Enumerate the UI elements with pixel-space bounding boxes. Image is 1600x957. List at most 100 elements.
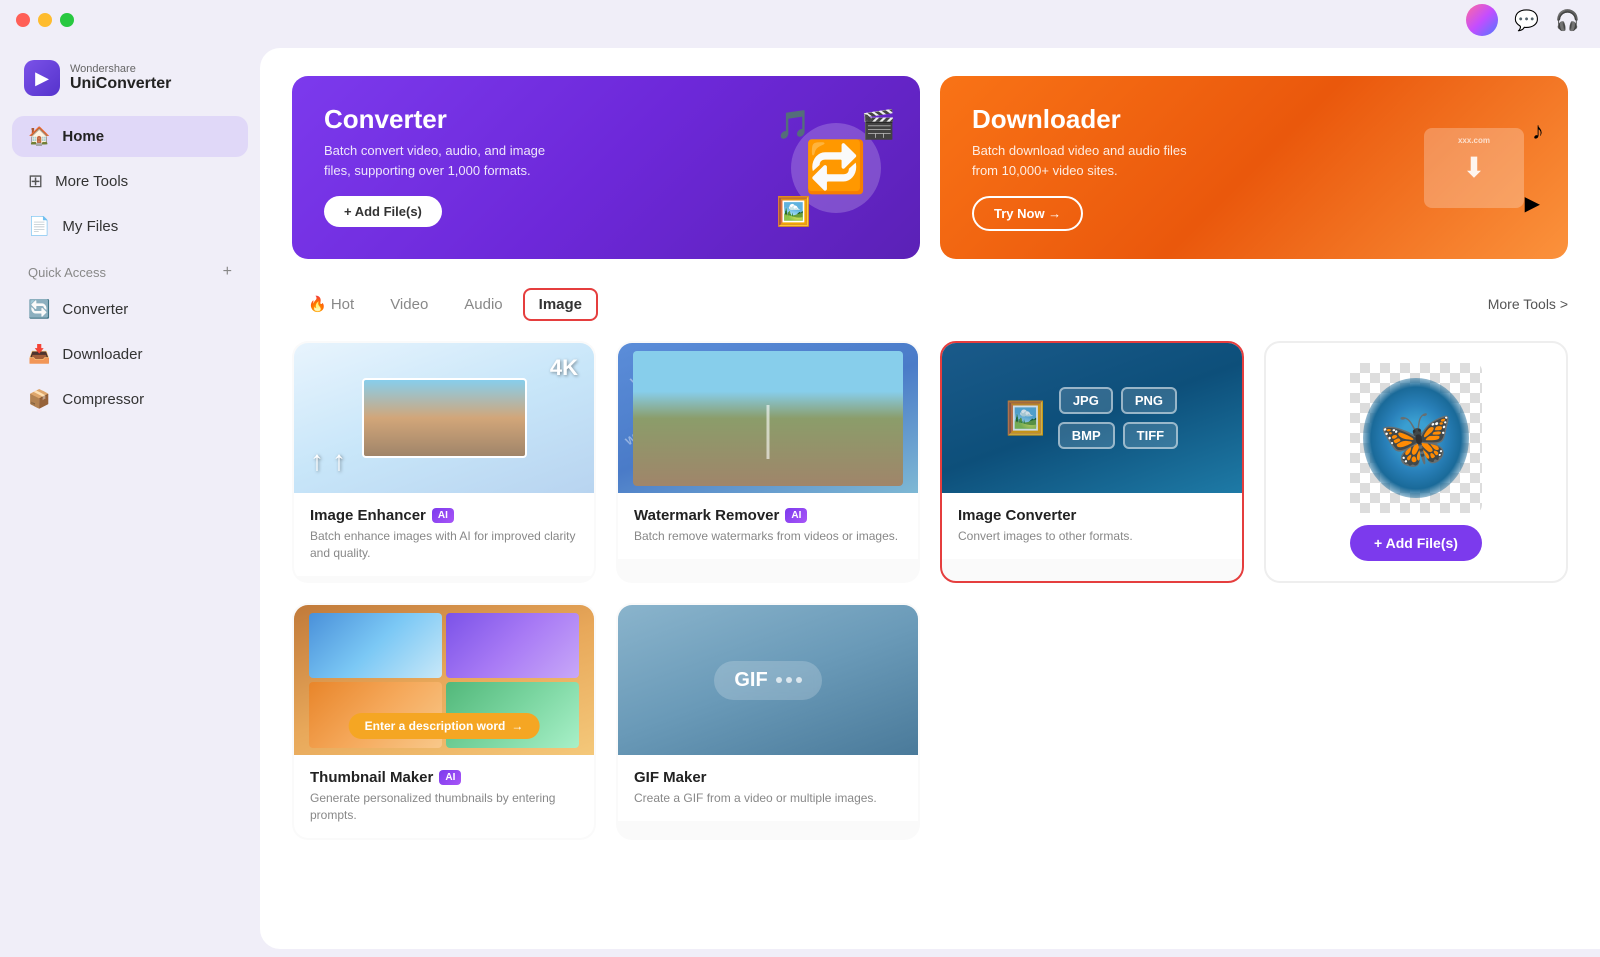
headset-icon[interactable]: 🎧: [1555, 8, 1580, 33]
image-enhancer-desc: Batch enhance images with AI for improve…: [310, 528, 578, 562]
mountain-image: [362, 378, 527, 458]
enter-description-button[interactable]: Enter a description word →: [349, 713, 540, 739]
image-enhancer-info: Image Enhancer AI Batch enhance images w…: [294, 493, 594, 576]
sidebar-item-my-files[interactable]: 📄 My Files: [12, 206, 248, 247]
tool-card-thumbnail-maker[interactable]: Enter a description word → Thumbnail Mak…: [292, 603, 596, 840]
window-controls[interactable]: [16, 13, 74, 27]
image-enhancer-thumbnail: 4K ↑ ↑: [294, 343, 594, 493]
sidebar-item-downloader-label: Downloader: [62, 346, 142, 363]
gif-maker-name: GIF Maker: [634, 769, 902, 786]
image-enhancer-name: Image Enhancer AI: [310, 507, 578, 524]
compressor-icon: 📦: [28, 389, 50, 410]
downloader-banner-desc: Batch download video and audio files fro…: [972, 141, 1212, 180]
logo-name: UniConverter: [70, 75, 171, 93]
chat-icon[interactable]: 💬: [1514, 8, 1539, 33]
maximize-button[interactable]: [60, 13, 74, 27]
sidebar-item-home[interactable]: 🏠 Home: [12, 116, 248, 157]
add-card-content: 🦋 + Add File(s): [1330, 343, 1502, 581]
bmp-badge: BMP: [1058, 422, 1115, 449]
sidebar: ▶ Wondershare UniConverter 🏠 Home ⊞ More…: [0, 40, 260, 957]
arrow-up-icon-2: ↑: [332, 445, 346, 477]
sidebar-item-more-tools-label: More Tools: [55, 173, 128, 190]
image-converter-thumbnail: 🖼️ JPG PNG BMP TIFF: [942, 343, 1242, 493]
converter-illustration: 🎵 🔁 🎬 🖼️: [776, 108, 896, 228]
minimize-button[interactable]: [38, 13, 52, 27]
app-layout: ▶ Wondershare UniConverter 🏠 Home ⊞ More…: [0, 40, 1600, 957]
converter-add-files-button[interactable]: + Add File(s): [324, 196, 442, 227]
image-converter-name: Image Converter: [958, 507, 1226, 524]
watermark-remover-desc: Batch remove watermarks from videos or i…: [634, 528, 902, 545]
tool-card-image-converter[interactable]: 🖼️ JPG PNG BMP TIFF: [940, 341, 1244, 583]
converter-thumb-icon: 🖼️: [1006, 399, 1046, 437]
tiff-badge: TIFF: [1123, 422, 1178, 449]
converter-icon: 🔄: [28, 299, 50, 320]
sidebar-item-converter[interactable]: 🔄 Converter: [12, 289, 248, 330]
close-button[interactable]: [16, 13, 30, 27]
ai-badge-thumbnail: AI: [439, 770, 461, 785]
youtube-icon: ▶: [1525, 191, 1540, 216]
road-image: [633, 351, 903, 486]
tab-audio[interactable]: Audio: [448, 288, 518, 321]
downloader-try-now-button[interactable]: Try Now →: [972, 196, 1083, 231]
tab-hot[interactable]: 🔥 Hot: [292, 287, 370, 321]
watermark-remover-thumbnail: Watermark Watermark Watermark Watermark: [618, 343, 918, 493]
logo-area: ▶ Wondershare UniConverter: [12, 52, 248, 112]
image-converter-info: Image Converter Convert images to other …: [942, 493, 1242, 559]
gif-maker-thumbnail: GIF: [618, 605, 918, 755]
more-tools-link[interactable]: More Tools >: [1488, 296, 1568, 312]
tool-card-add-files[interactable]: 🦋 + Add File(s): [1264, 341, 1568, 583]
sidebar-item-my-files-label: My Files: [62, 218, 118, 235]
main-content: Converter Batch convert video, audio, an…: [260, 48, 1600, 949]
watermark-remover-name: Watermark Remover AI: [634, 507, 902, 524]
gif-maker-desc: Create a GIF from a video or multiple im…: [634, 790, 902, 807]
logo-brand: Wondershare: [70, 63, 171, 75]
jpg-badge: JPG: [1059, 387, 1113, 414]
logo-text: Wondershare UniConverter: [70, 63, 171, 93]
titlebar: 💬 🎧: [0, 0, 1600, 40]
browser-box: xxx.com ⬇ ♪ ▶: [1424, 128, 1524, 208]
enter-description-text: Enter a description word: [365, 719, 506, 733]
thumbnail-maker-desc: Generate personalized thumbnails by ente…: [310, 790, 578, 824]
titlebar-right: 💬 🎧: [1466, 4, 1580, 36]
arrow-up-icon: ↑: [310, 445, 324, 477]
download-arrow-icon: ⬇: [1462, 151, 1485, 184]
sidebar-item-compressor-label: Compressor: [62, 391, 144, 408]
butterfly-image: 🦋: [1363, 378, 1469, 498]
sidebar-item-downloader[interactable]: 📥 Downloader: [12, 334, 248, 375]
thumbnail-maker-info: Thumbnail Maker AI Generate personalized…: [294, 755, 594, 838]
gif-maker-info: GIF Maker Create a GIF from a video or m…: [618, 755, 918, 821]
logo-icon: ▶: [24, 60, 60, 96]
sidebar-item-more-tools[interactable]: ⊞ More Tools: [12, 161, 248, 202]
downloader-icon: 📥: [28, 344, 50, 365]
tool-card-gif-maker[interactable]: GIF GIF Maker Create a GIF from: [616, 603, 920, 840]
tool-card-watermark-remover[interactable]: Watermark Watermark Watermark Watermark …: [616, 341, 920, 583]
quick-access-label: Quick Access: [28, 265, 106, 280]
watermark-remover-info: Watermark Remover AI Batch remove waterm…: [618, 493, 918, 559]
tools-grid: 4K ↑ ↑ Image Enhancer AI Batch enhanc: [292, 341, 1568, 840]
sidebar-item-converter-label: Converter: [62, 301, 128, 318]
sidebar-item-compressor[interactable]: 📦 Compressor: [12, 379, 248, 420]
tab-image[interactable]: Image: [523, 288, 598, 321]
add-files-button[interactable]: + Add File(s): [1350, 525, 1482, 561]
tool-card-image-enhancer[interactable]: 4K ↑ ↑ Image Enhancer AI Batch enhanc: [292, 341, 596, 583]
more-tools-icon: ⊞: [28, 171, 43, 192]
my-files-icon: 📄: [28, 216, 50, 237]
thumbnail-maker-thumbnail: Enter a description word →: [294, 605, 594, 755]
avatar[interactable]: [1466, 4, 1498, 36]
converter-badges: JPG PNG BMP TIFF: [1058, 387, 1178, 449]
home-icon: 🏠: [28, 126, 50, 147]
quick-access-add-button[interactable]: +: [223, 263, 232, 281]
converter-banner[interactable]: Converter Batch convert video, audio, an…: [292, 76, 920, 259]
ai-badge: AI: [432, 508, 454, 523]
converter-banner-desc: Batch convert video, audio, and image fi…: [324, 141, 564, 180]
downloader-banner[interactable]: Downloader Batch download video and audi…: [940, 76, 1568, 259]
music-icon: 🎵: [776, 108, 811, 141]
enter-arrow-icon: →: [511, 719, 523, 733]
tab-video[interactable]: Video: [374, 288, 444, 321]
tiktok-icon: ♪: [1532, 118, 1544, 146]
thumbnail-maker-name: Thumbnail Maker AI: [310, 769, 578, 786]
quick-access-section: Quick Access +: [12, 251, 248, 285]
banners-section: Converter Batch convert video, audio, an…: [292, 76, 1568, 259]
thumb-grid-cell-2: [446, 613, 579, 679]
gif-loading-dots: [776, 677, 802, 683]
